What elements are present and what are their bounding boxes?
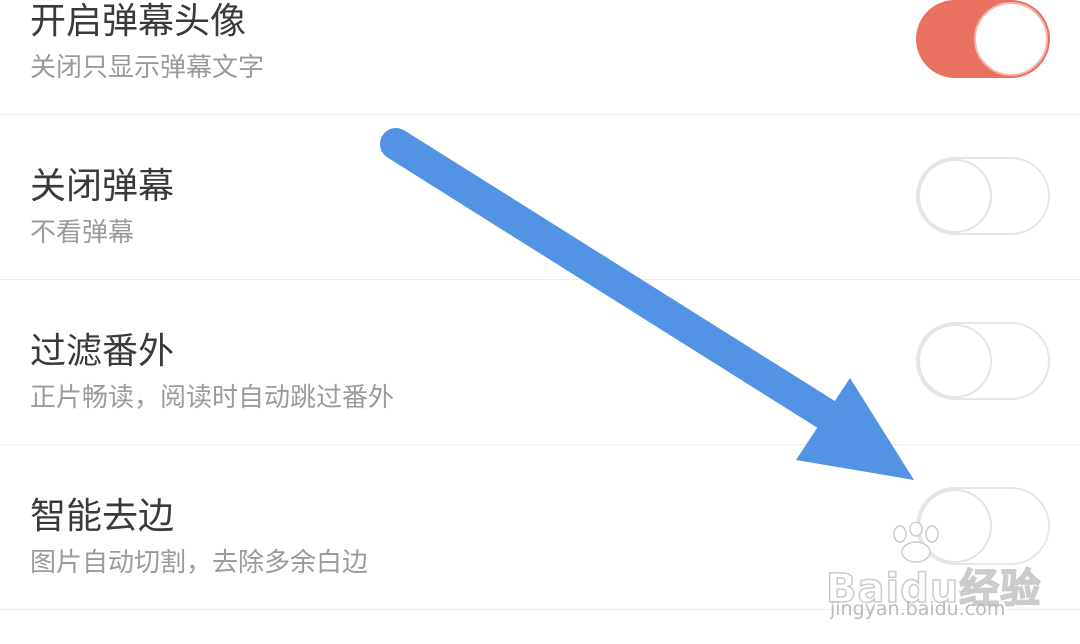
baidu-watermark: Baidu经验 jingyan.baidu.com xyxy=(825,522,1056,632)
settings-screen: 开启弹幕头像 关闭只显示弹幕文字 关闭弹幕 不看弹幕 过滤番外 正片畅读，阅读时… xyxy=(0,0,1080,644)
watermark-url: jingyan.baidu.com xyxy=(830,598,1006,620)
